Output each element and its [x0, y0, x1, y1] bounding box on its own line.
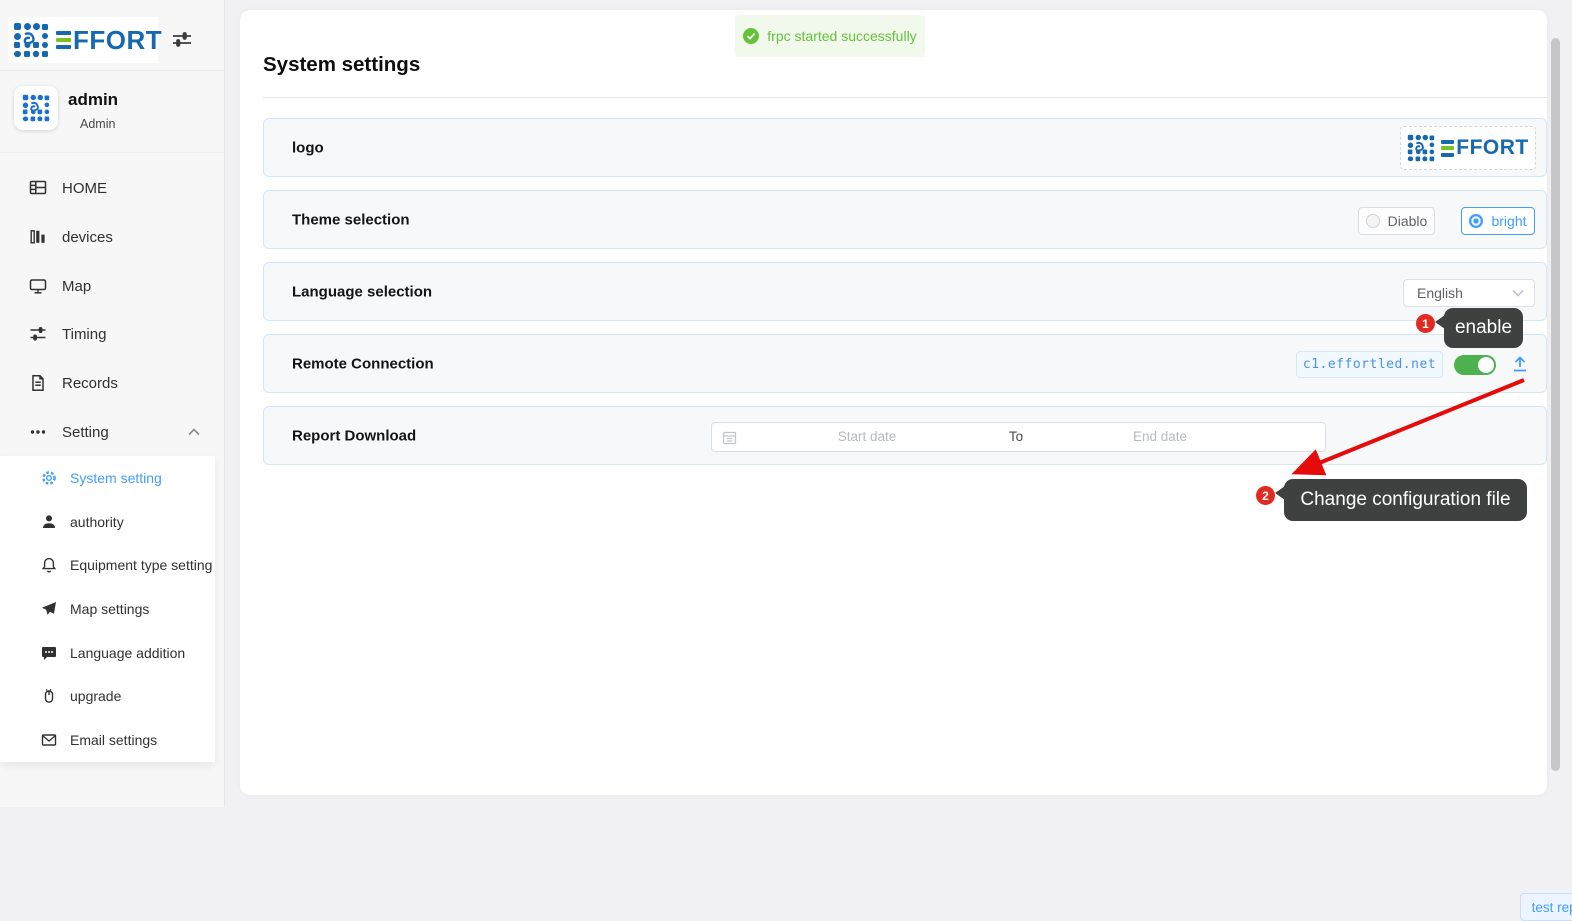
brand-qr-icon: [1407, 134, 1435, 162]
calendar-icon: [722, 430, 737, 445]
chevron-down-icon: [1512, 289, 1524, 297]
document-icon: [29, 374, 47, 392]
range-separator: To: [996, 423, 1036, 451]
language-select-value: English: [1417, 285, 1463, 301]
brand-wordmark: FFORT: [56, 25, 162, 56]
toast-message: frpc started successfully: [767, 28, 916, 44]
settings-row-theme: Theme selection Diablo bright: [263, 190, 1547, 249]
upload-icon: [1510, 354, 1530, 374]
gear-icon: [41, 470, 57, 486]
annotation-step-1-tooltip: enable: [1444, 308, 1523, 348]
sidebar-collapse-icon[interactable]: [170, 28, 194, 52]
sidebar-item-upgrade[interactable]: upgrade: [0, 675, 215, 719]
sidebar-item-system-setting[interactable]: System setting: [0, 456, 215, 500]
annotation-step-1-badge: 1: [1416, 314, 1435, 333]
user-icon: [41, 514, 57, 530]
annotation-step-2-badge: 2: [1256, 486, 1275, 505]
remote-connection-toggle[interactable]: [1454, 355, 1496, 375]
monitor-icon: [29, 277, 47, 295]
settings-row-language: Language selection English: [263, 262, 1547, 321]
sliders-icon: [29, 325, 47, 343]
success-toast: frpc started successfully: [735, 15, 925, 57]
logo-upload-area[interactable]: FFORT: [1400, 126, 1536, 170]
radio-unselected-icon: [1366, 214, 1380, 228]
test-report-button[interactable]: test report: [1520, 893, 1572, 921]
home-icon: [29, 179, 47, 197]
envelope-icon: [41, 732, 57, 748]
language-select[interactable]: English: [1403, 279, 1535, 307]
end-date-placeholder[interactable]: End date: [1035, 423, 1285, 451]
user-avatar[interactable]: [14, 86, 58, 130]
brand-wordmark: FFORT: [1441, 136, 1528, 160]
page-title: System settings: [263, 53, 420, 77]
user-name: admin: [68, 90, 118, 110]
settings-row-remote-connection: Remote Connection c1.effortled.net: [263, 334, 1547, 393]
brand-e-glyph: [1441, 140, 1454, 157]
sidebar-item-authority[interactable]: authority: [0, 500, 215, 544]
chat-bubble-icon: [41, 645, 57, 661]
title-divider: [263, 97, 1547, 98]
radio-selected-icon: [1469, 214, 1483, 228]
mouse-icon: [41, 688, 57, 704]
sidebar-divider: [0, 152, 225, 153]
paper-plane-icon: [41, 601, 57, 617]
brand-e-glyph: [56, 31, 71, 50]
upload-config-button[interactable]: [1507, 351, 1533, 377]
date-range-picker[interactable]: Start date To End date: [711, 422, 1326, 452]
check-circle-icon: [743, 28, 759, 44]
sidebar-item-language-addition[interactable]: Language addition: [0, 631, 215, 675]
theme-option-diablo[interactable]: Diablo: [1358, 207, 1435, 235]
sidebar-item-timing[interactable]: Timing: [0, 310, 224, 358]
sidebar-item-setting[interactable]: Setting: [0, 408, 224, 456]
sidebar: FFORT admin Admin: [0, 0, 225, 807]
brand-logo[interactable]: FFORT: [8, 17, 158, 63]
brand-qr-icon: [13, 22, 49, 58]
ellipsis-icon: [29, 423, 47, 441]
setting-submenu: System setting authority Equipment type …: [0, 456, 215, 762]
chevron-up-icon: [188, 428, 200, 436]
sidebar-item-map-settings[interactable]: Map settings: [0, 587, 215, 631]
sidebar-divider: [0, 70, 225, 71]
main-content: frpc started successfully System setting…: [240, 10, 1547, 795]
sidebar-item-email-settings[interactable]: Email settings: [0, 718, 215, 762]
sidebar-item-records[interactable]: Records: [0, 359, 224, 407]
annotation-step-2-tooltip: Change configuration file: [1284, 479, 1527, 521]
sidebar-item-devices[interactable]: devices: [0, 213, 224, 261]
remote-host-value: c1.effortled.net: [1296, 351, 1443, 378]
sidebar-item-map[interactable]: Map: [0, 262, 224, 310]
bell-icon: [41, 557, 57, 573]
start-date-placeholder[interactable]: Start date: [742, 423, 992, 451]
sidebar-item-home[interactable]: HOME: [0, 164, 224, 212]
settings-row-logo: logo FFORT: [263, 118, 1547, 177]
devices-icon: [29, 228, 47, 246]
sidebar-item-equipment-type-setting[interactable]: Equipment type setting: [0, 543, 215, 587]
theme-option-bright[interactable]: bright: [1461, 207, 1535, 235]
user-role: Admin: [80, 117, 115, 131]
scrollbar[interactable]: [1551, 38, 1560, 771]
settings-row-report-download: Report Download Start date To End date d…: [263, 406, 1547, 465]
